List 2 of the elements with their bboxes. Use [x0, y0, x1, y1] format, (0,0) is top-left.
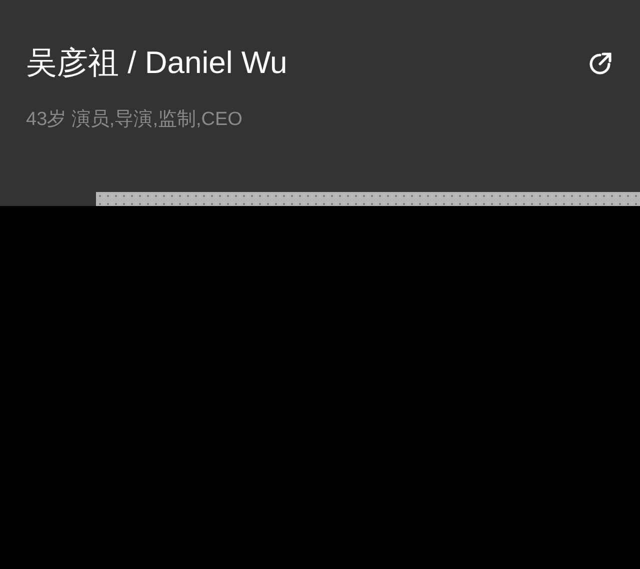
person-subtitle: 43岁 演员,导演,监制,CEO — [26, 108, 244, 132]
person-name: 吴彦祖 / Daniel Wu — [26, 44, 288, 82]
